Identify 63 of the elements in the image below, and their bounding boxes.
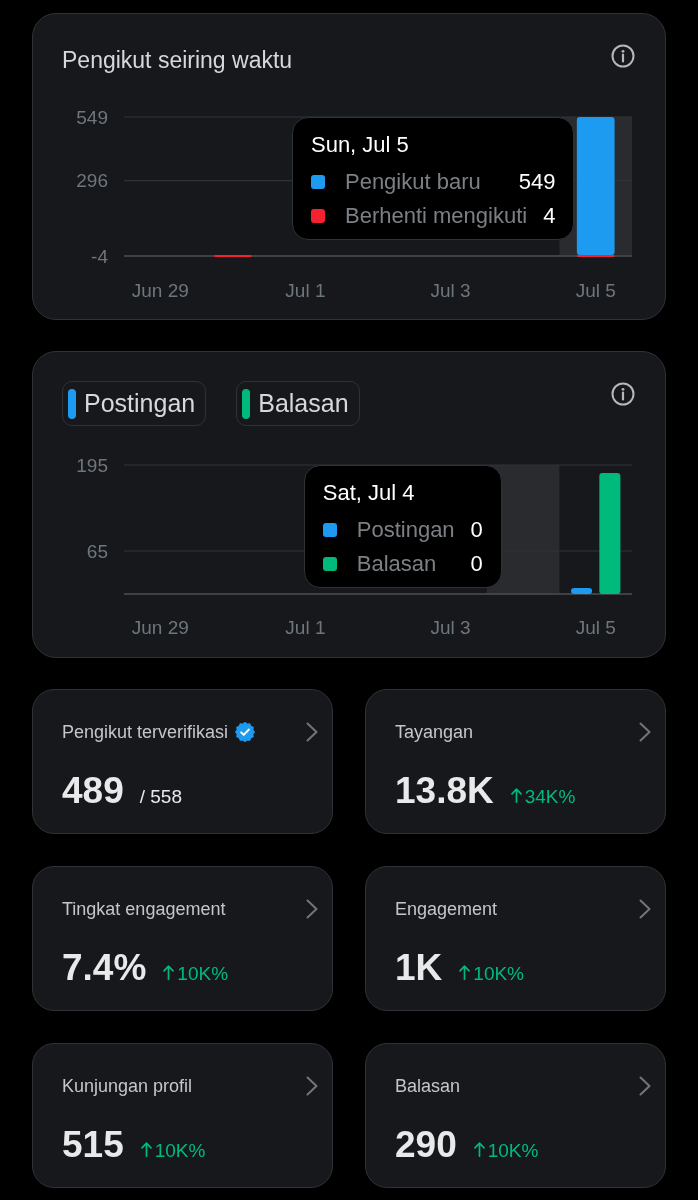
up-arrow-icon [510,788,522,803]
chevron-right-icon[interactable] [639,899,651,919]
y-axis-label: 195 [76,454,108,476]
metric-change: 34K% [524,785,576,809]
legend-toggle[interactable]: Balasan [236,381,360,426]
info-icon[interactable] [611,44,635,68]
metric-value: 515 [62,1124,124,1166]
metric-value: 1K [395,947,443,989]
y-axis-label: -4 [91,245,108,267]
y-axis-label: 549 [76,106,108,128]
metric-change: 10K% [487,1139,539,1163]
info-icon[interactable] [611,382,635,406]
tooltip-date: Sun, Jul 5 [310,131,410,159]
x-axis-label: Jul 1 [285,616,326,638]
metric-title: Balasan [395,1075,461,1098]
metric-card[interactable]: Kunjungan profil 515 10K% [32,1043,333,1188]
x-axis-label: Jun 29 [131,279,189,301]
chart-title: Pengikut seiring waktu [62,46,293,75]
up-arrow-icon [140,1142,152,1157]
tooltip-value: 549 [517,168,556,196]
metric-card[interactable]: Pengikut terverifikasi 489 / 558 [32,689,333,834]
chevron-right-icon[interactable] [306,1076,318,1096]
chevron-right-icon[interactable] [639,1076,651,1096]
legend-toggle[interactable]: Postingan [62,381,207,426]
x-axis-label: Jul 5 [575,616,616,638]
metric-change: 10K% [177,962,229,986]
metric-title: Kunjungan profil [62,1075,193,1098]
tooltip-date: Sat, Jul 4 [322,479,416,507]
tooltip-series-label: Pengikut baru [344,168,481,196]
metric-value: 489 [62,770,124,812]
metric-change: 10K% [473,962,524,986]
up-arrow-icon [459,965,471,980]
x-axis-label: Jul 5 [575,279,616,301]
tooltip-series-label: Berhenti mengikuti [344,202,528,230]
up-arrow-icon [163,965,175,980]
metric-card[interactable]: Tingkat engagement 7.4% 10K% [32,866,333,1011]
y-axis-label: 65 [86,540,108,562]
metric-card[interactable]: Balasan 290 10K% [365,1043,666,1188]
tooltip-series-label: Postingan [356,516,455,544]
chevron-right-icon[interactable] [306,899,318,919]
metric-value: 13.8K [395,770,494,812]
x-axis-label: Jun 29 [131,616,189,638]
y-axis-label: 296 [76,170,108,192]
metric-value: 7.4% [62,947,147,989]
metric-title: Engagement [395,898,498,921]
metric-total: / 558 [139,785,182,809]
metric-card[interactable]: Tayangan 13.8K 34K% [365,689,666,834]
chevron-right-icon[interactable] [306,722,318,742]
x-axis-label: Jul 3 [430,279,471,301]
tooltip-value: 0 [469,550,483,578]
x-axis-label: Jul 3 [430,616,471,638]
metric-title: Pengikut terverifikasi [62,721,229,744]
metric-change: 10K% [154,1139,206,1163]
x-axis-label: Jul 1 [285,279,326,301]
chevron-right-icon[interactable] [639,722,651,742]
tooltip-series-label: Balasan [356,550,437,578]
tooltip-value: 0 [469,516,483,544]
tooltip-value: 4 [542,202,556,230]
metric-title: Tayangan [395,721,474,744]
up-arrow-icon [473,1142,485,1157]
metric-card[interactable]: Engagement 1K 10K% [365,866,666,1011]
metric-value: 290 [395,1124,457,1166]
metric-title: Tingkat engagement [62,898,226,921]
